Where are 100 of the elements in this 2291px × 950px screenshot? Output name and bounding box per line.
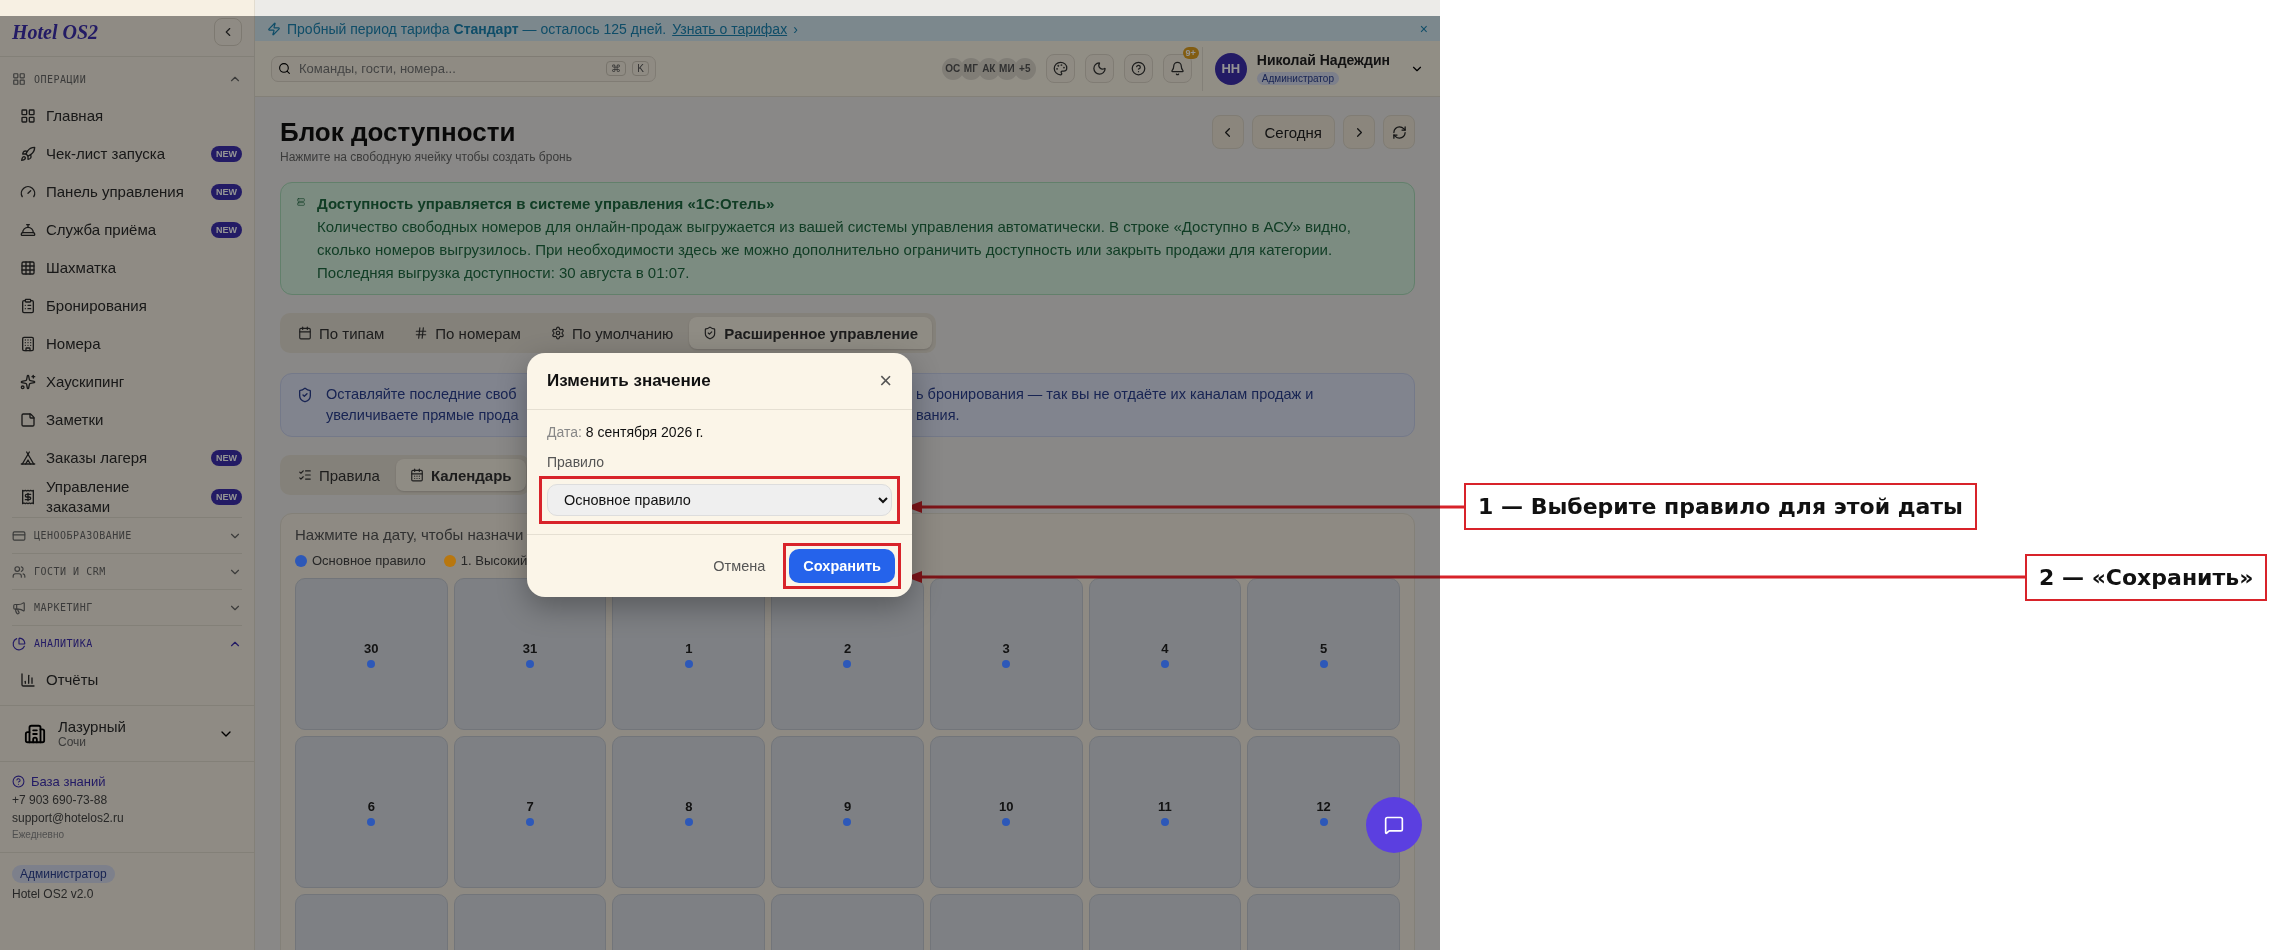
nav-item[interactable]: Чек-лист запуска NEW bbox=[0, 135, 254, 173]
nav-item[interactable]: Бронирования bbox=[0, 287, 254, 325]
grid-icon bbox=[20, 108, 36, 124]
help-button[interactable] bbox=[1123, 54, 1153, 83]
shield-icon bbox=[297, 387, 313, 403]
rocket-icon bbox=[20, 146, 36, 162]
new-badge: NEW bbox=[211, 450, 242, 466]
nav-item[interactable]: Главная bbox=[0, 97, 254, 135]
receipt-icon bbox=[20, 489, 36, 505]
hotel-selector[interactable]: Лазурный Сочи bbox=[0, 705, 254, 762]
section-header[interactable]: ОПЕРАЦИИ bbox=[0, 61, 254, 97]
banner-text: Пробный период тарифа Стандарт — осталось 125 дней. bbox=[287, 20, 667, 37]
notifications-button[interactable] bbox=[1162, 54, 1192, 83]
tip-text: ь бронирования — так вы не отдаёте их каналам продаж и bbox=[916, 385, 1314, 404]
moon-icon bbox=[1091, 61, 1107, 76]
clipboard-icon bbox=[20, 298, 36, 314]
palette-icon bbox=[1052, 61, 1068, 76]
date-text: Дата: 8 сентября 2026 г. bbox=[546, 424, 705, 440]
bell-icon bbox=[20, 222, 36, 238]
calendar-cell[interactable]: 8 bbox=[612, 736, 766, 888]
nav-item[interactable]: Заметки bbox=[0, 401, 254, 439]
search-field[interactable]: Команды, гости, номера... ⌘ K bbox=[271, 55, 656, 82]
next-button[interactable] bbox=[1343, 115, 1375, 149]
bell-icon bbox=[1169, 61, 1185, 76]
user-avatar: ОС bbox=[941, 57, 964, 80]
knowledge-base-link[interactable]: База знаний bbox=[12, 774, 242, 789]
building-icon bbox=[24, 722, 46, 745]
section-header[interactable]: ЦЕНООБРАЗОВАНИЕ bbox=[12, 517, 242, 553]
megaphone-icon bbox=[12, 600, 26, 615]
search-icon bbox=[278, 62, 291, 75]
nav-item[interactable]: Управление заказами NEW bbox=[0, 477, 254, 517]
calendar-cell[interactable]: 7 bbox=[453, 736, 607, 888]
theme-button[interactable] bbox=[1084, 54, 1114, 83]
role-badge: Администратор bbox=[12, 865, 115, 883]
nav-item[interactable]: Отчёты bbox=[0, 661, 254, 699]
calendar-cell[interactable]: 12 bbox=[1247, 736, 1400, 888]
calendar-cell[interactable]: 5 bbox=[1247, 578, 1400, 730]
nav-item[interactable]: Шахматка bbox=[0, 249, 254, 287]
new-badge: NEW bbox=[211, 184, 242, 200]
section-header[interactable]: МАРКЕТИНГ bbox=[12, 589, 242, 625]
tab[interactable]: По номерам bbox=[400, 317, 535, 349]
nav-item[interactable]: Панель управления NEW bbox=[0, 173, 254, 211]
user-menu[interactable]: НН Николай Надеждин Администратор bbox=[1201, 46, 1424, 91]
today-button[interactable]: Сегодня bbox=[1251, 115, 1335, 149]
tent-icon bbox=[20, 450, 36, 466]
chat-icon bbox=[1384, 815, 1404, 835]
notification-badge: 9+ bbox=[1182, 47, 1199, 59]
cancel-button[interactable]: Отмена bbox=[707, 557, 772, 575]
calendar-cell[interactable]: 3 bbox=[929, 578, 1083, 730]
calendar-cell[interactable]: 6 bbox=[295, 736, 448, 888]
refresh-button[interactable] bbox=[1383, 115, 1415, 149]
hash-icon bbox=[414, 326, 429, 340]
section-header[interactable]: АНАЛИТИКА bbox=[12, 625, 242, 661]
calendar-cell[interactable]: 9 bbox=[771, 736, 924, 888]
collapse-button[interactable] bbox=[214, 18, 242, 46]
tab[interactable]: Расширенное управление bbox=[689, 317, 933, 349]
search-input[interactable]: Команды, гости, номера... bbox=[297, 60, 601, 77]
calendar-cell[interactable]: 10 bbox=[929, 736, 1083, 888]
chevron-text: › bbox=[793, 20, 798, 37]
gear-icon bbox=[550, 326, 565, 340]
logo: Hotel OS2 bbox=[12, 20, 99, 44]
close-button[interactable]: × bbox=[1419, 20, 1428, 37]
grid-icon bbox=[12, 72, 26, 86]
nav-item[interactable]: Служба приёма NEW bbox=[0, 211, 254, 249]
tip-text: вания. bbox=[916, 406, 960, 425]
notice-text: Количество свободных номеров для онлайн-продаж выгружается из вашей системы управления автоматически. В строке «Доступно в АСУ» видно, сколько номеров выгрузилось. При необходимости здесь же можно дополнительно ограничить доступность или закрыть продажи для категории. Последняя выгрузка доступности: 30 августа в 01:07. bbox=[317, 217, 1352, 283]
previous-button[interactable] bbox=[1211, 115, 1244, 149]
page-title: Блок доступности bbox=[280, 117, 517, 148]
tab[interactable]: Календарь bbox=[395, 459, 526, 491]
nav-item[interactable]: Заказы лагеря NEW bbox=[0, 439, 254, 477]
user-avatar: МИ bbox=[995, 57, 1018, 80]
palette-button[interactable] bbox=[1045, 54, 1075, 83]
new-badge: NEW bbox=[211, 222, 242, 238]
tip-text: увеличиваете прямые прода bbox=[326, 406, 519, 425]
calendar-cell[interactable]: 11 bbox=[1088, 736, 1242, 888]
calendar-cell[interactable]: 30 bbox=[295, 578, 448, 730]
help-icon bbox=[1130, 61, 1146, 76]
key-hint: ⌘ bbox=[606, 61, 627, 76]
card-icon bbox=[12, 528, 26, 543]
section-header[interactable]: ГОСТИ И CRM bbox=[12, 553, 242, 589]
version-text: Hotel OS2 v2.0 bbox=[12, 887, 95, 901]
refresh-icon bbox=[1391, 124, 1407, 140]
tip-text: Оставляйте последние своб bbox=[326, 385, 517, 404]
tab[interactable]: По умолчанию bbox=[536, 317, 688, 349]
tab[interactable]: Правила bbox=[284, 459, 394, 491]
save-button[interactable]: Сохранить bbox=[789, 549, 895, 583]
nav-item[interactable]: Номера bbox=[0, 325, 254, 363]
tariffs-link[interactable]: Узнать о тарифах bbox=[672, 20, 788, 37]
calendar-cell[interactable]: 31 bbox=[453, 578, 607, 730]
rule-select[interactable]: Основное правило bbox=[547, 484, 892, 516]
table-icon bbox=[20, 260, 36, 276]
callout-label: 1 — Выберите правило для этой даты bbox=[1464, 483, 1977, 530]
checklist-icon bbox=[298, 468, 312, 482]
calendar-cell[interactable]: 4 bbox=[1088, 578, 1242, 730]
calendar-icon bbox=[298, 326, 312, 340]
nav-item[interactable]: Хаускипинг bbox=[0, 363, 254, 401]
help-icon bbox=[12, 775, 25, 788]
close-button[interactable]: × bbox=[875, 368, 896, 394]
tab[interactable]: По типам bbox=[284, 317, 399, 349]
gauge-icon bbox=[20, 184, 36, 200]
